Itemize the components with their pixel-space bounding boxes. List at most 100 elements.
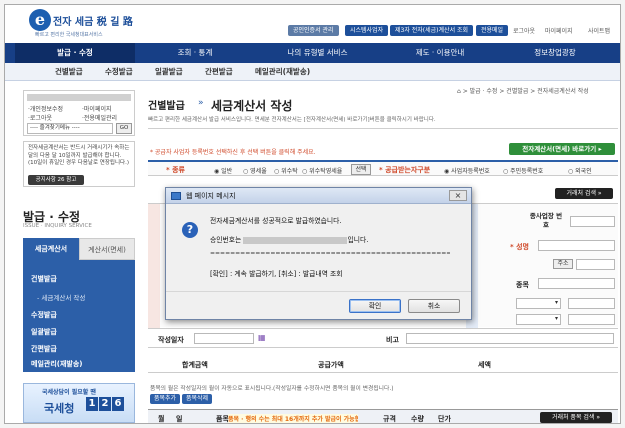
email-input[interactable] — [568, 298, 615, 309]
sub-branch-input[interactable] — [570, 216, 615, 227]
link-mypage[interactable]: ·마이페이지 — [82, 104, 112, 113]
recipient-type-label: * 공급받는자구분 — [379, 166, 431, 174]
subnav-simple-issue[interactable]: 간편발급 — [205, 63, 233, 81]
promo-digit-6: 6 — [112, 397, 124, 411]
nav-guide[interactable]: 제도 · 이용안내 — [380, 43, 500, 63]
sitemap-link[interactable]: 사이트맵 — [588, 26, 610, 35]
email-domain-select[interactable]: ▾ — [516, 298, 561, 309]
favorites-go-button[interactable]: GO — [116, 123, 132, 134]
page-title-prefix: 건별발급 — [148, 101, 185, 112]
recipient-option-bizno-label: 사업자등록번호 — [451, 168, 490, 175]
supply-amount-header: 공급가액 — [318, 361, 344, 369]
item-limit-marquee: 품목 · 행의 수는 최대 16개까지 추가 발급이 가능합니다 — [228, 414, 358, 423]
dialog-titlebar[interactable]: 웹 페이지 메시지 × — [166, 188, 471, 204]
link-mail-manage[interactable]: ·전용메일관리 — [82, 113, 117, 122]
total-amount-header: 합계금액 — [182, 361, 208, 369]
tab-invoice-exempt[interactable]: 계산서(면세) — [79, 238, 135, 260]
nav-inquiry[interactable]: 조회 · 통계 — [135, 43, 255, 63]
type-option-zero[interactable]: ○ 영세율 — [243, 166, 267, 175]
dialog-close-button[interactable]: × — [449, 190, 467, 201]
recipient-option-bizno[interactable]: ◉ 사업자등록번호 — [444, 166, 490, 175]
recipient-option-resident[interactable]: ○ 주민등록번호 — [503, 166, 543, 175]
partner-search-button[interactable]: 거래처 검색 » — [555, 188, 613, 199]
approval-prefix: 승인번호는 — [210, 236, 244, 244]
breadcrumb: ⌂ > 발급 · 수정 > 건별발급 > 전자세금계산서 작성 — [457, 88, 589, 95]
third-party-inquiry-button[interactable]: 제3자 전자(세금)계산서 조회 — [390, 25, 474, 36]
sidebar-item-correction[interactable]: 수정발급 — [31, 310, 57, 320]
type-label: * 종류 — [166, 166, 185, 174]
cert-manage-button[interactable]: 공인인증서 관리 — [288, 25, 339, 36]
dedicated-mail-button[interactable]: 전용메일 — [476, 25, 509, 36]
dialog-ok-button[interactable]: 확인 — [349, 299, 401, 313]
nav-issue[interactable]: 발급 · 수정 — [15, 43, 135, 63]
sidebar-item-mail[interactable]: 메일관리(재발송) — [31, 359, 82, 369]
approval-suffix: 입니다. — [347, 236, 369, 244]
system-operator-button[interactable]: 시스템사업자 — [345, 25, 389, 36]
nav-info-plaza[interactable]: 정보창업광장 — [500, 43, 610, 63]
address-button[interactable]: 주소 — [553, 259, 573, 269]
tab-tax-invoice[interactable]: 세금계산서 — [23, 238, 79, 260]
browser-window-icon — [171, 192, 181, 200]
date-input[interactable] — [194, 333, 254, 344]
type-select-button[interactable]: 선택 — [351, 164, 371, 175]
dialog-title: 웹 페이지 메시지 — [186, 192, 236, 200]
subnav-correction-issue[interactable]: 수정발급 — [105, 63, 133, 81]
nav-my-service[interactable]: 나의 유형별 서비스 — [255, 43, 380, 63]
browser-frame: e 전자 세금 税 길 路 빠르고 편리한 국세청대표서비스 공인인증서 관리 … — [4, 4, 621, 424]
promo-banner[interactable]: 국세상담이 필요할 땐 국세청 1 2 6 — [23, 383, 135, 423]
partner-item-search-button[interactable]: 거래처 품목 검색 » — [540, 412, 612, 423]
mypage-link[interactable]: 마이페이지 — [545, 26, 573, 35]
notice-text: 전자세금계산서는 반드시 거래시기가 속하는 달의 다음 달 10일까지 발급해… — [28, 145, 130, 166]
user-name-redacted — [27, 94, 131, 101]
sidebar-item-bulk[interactable]: 일괄발급 — [31, 327, 57, 337]
email2-input[interactable] — [568, 314, 615, 325]
link-edit-profile[interactable]: ·개인정보수정 — [28, 104, 63, 113]
item-month-note: 품목의 월은 작성일자의 월이 자동으로 표시됩니다.(작성일자를 수정하시면 … — [150, 386, 394, 392]
notice-box: 전자세금계산서는 반드시 거래시기가 속하는 달의 다음 달 10일까지 발급해… — [23, 141, 135, 187]
sidebar-item-simple[interactable]: 간편발급 — [31, 344, 57, 354]
subnav-mail-manage[interactable]: 메일관리(재발송) — [255, 63, 310, 81]
message-dialog: 웹 페이지 메시지 × ? 전자세금계산서를 성공적으로 발급하였습니다. 승인… — [165, 187, 472, 320]
type-option-general[interactable]: ◉ 일반 — [214, 166, 232, 175]
address-input[interactable] — [576, 259, 615, 270]
sum-header-row: 합계금액 공급가액 세액 — [148, 355, 618, 373]
dialog-message-success: 전자세금계산서를 성공적으로 발급하였습니다. — [210, 217, 342, 225]
calendar-icon[interactable]: ▦ — [258, 333, 266, 342]
email2-domain-select[interactable]: ▾ — [516, 314, 561, 325]
dialog-options-text: [확인] : 계속 발급하기, [취소] : 발급내역 조회 — [210, 270, 343, 278]
favorites-select[interactable]: ---- 즐겨찾기메뉴 ---- — [27, 123, 113, 134]
subnav-single-issue[interactable]: 건별발급 — [55, 63, 83, 81]
page-note: 빠르고 편리한 세금계산서 발급 서비스입니다. 면세분 전자계산서는 [전자계… — [148, 117, 436, 123]
name-input[interactable] — [538, 240, 615, 251]
dialog-cancel-button[interactable]: 취소 — [408, 299, 460, 313]
name-label: * 성명 — [510, 243, 529, 251]
exempt-invoice-shortcut-button[interactable]: 전자계산서(면세) 바로가기 ▸ — [509, 143, 615, 155]
subnav-bulk-issue[interactable]: 일괄발급 — [155, 63, 183, 81]
type-option-consign[interactable]: ○ 위수탁 — [274, 166, 298, 175]
recipient-option-resident-label: 주민등록번호 — [510, 168, 544, 175]
sidebar-item-single-issue[interactable]: 건별발급 — [31, 274, 57, 284]
instruction-note: * 공급자 사업자 등록번호 선택하신 후 선택 버튼을 클릭해 주세요. — [150, 149, 316, 156]
delete-item-button[interactable]: 품목삭제 — [182, 394, 212, 404]
date-label: 작성일자 — [158, 336, 184, 344]
page-title: 세금계산서 작성 — [211, 99, 293, 113]
user-box: ·개인정보수정 ·마이페이지 ·로그아웃 ·전용메일관리 ---- 즐겨찾기메뉴… — [23, 90, 135, 136]
item-category-input[interactable] — [538, 278, 615, 289]
supplier-side-bar — [148, 204, 160, 328]
item-category-label: 종목 — [516, 281, 529, 289]
col-price: 단가 — [438, 415, 451, 423]
col-qty: 수량 — [411, 415, 424, 423]
site-logo-icon[interactable]: e — [29, 9, 51, 31]
recipient-option-foreigner[interactable]: ○ 외국인 — [568, 166, 592, 175]
sidebar-item-write-invoice[interactable]: - 세금계산서 작성 — [37, 292, 85, 302]
add-item-button[interactable]: 품목추가 — [150, 394, 180, 404]
site-logo-text[interactable]: 전자 세금 税 길 路 — [53, 13, 133, 28]
tax-amount-header: 세액 — [478, 361, 491, 369]
notice-button[interactable]: 공지사항 26 참고 — [28, 175, 84, 185]
memo-input[interactable] — [406, 333, 614, 344]
type-option-consign-zero[interactable]: ○ 위수탁영세율 — [302, 166, 342, 175]
recipient-option-foreigner-label: 외국인 — [575, 168, 592, 175]
dialog-separator: ========================================… — [210, 250, 450, 257]
link-logout[interactable]: ·로그아웃 — [28, 113, 52, 122]
logout-link[interactable]: 로그아웃 — [513, 26, 535, 35]
